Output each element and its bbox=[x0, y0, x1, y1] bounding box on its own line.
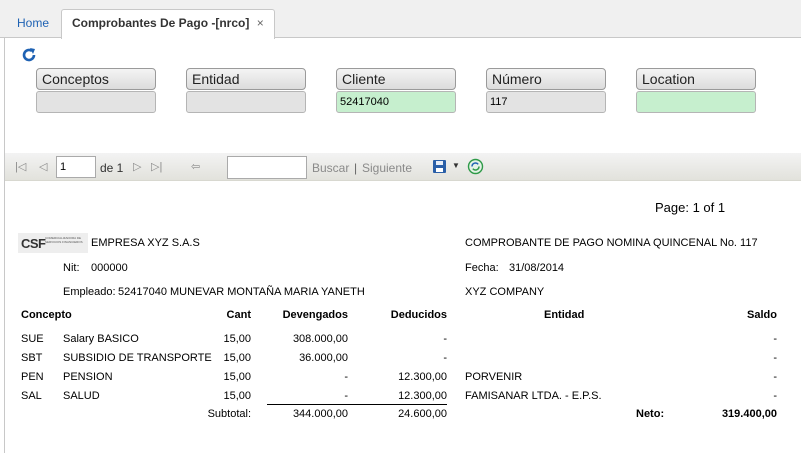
company-name: EMPRESA XYZ S.A.S bbox=[91, 237, 200, 249]
filter-cliente: Cliente 52417040 bbox=[336, 68, 456, 113]
row-desc: SALUD bbox=[63, 390, 100, 402]
subtotal-deducidos: 24.600,00 bbox=[398, 408, 447, 420]
header-concepto: Concepto bbox=[21, 309, 72, 321]
search-input[interactable] bbox=[227, 156, 307, 179]
row-saldo: - bbox=[773, 352, 777, 364]
row-cant: 15,00 bbox=[223, 352, 251, 364]
row-entidad: PORVENIR bbox=[465, 371, 523, 383]
document-title: COMPROBANTE DE PAGO NOMINA QUINCENAL No.… bbox=[465, 237, 758, 249]
row-devengados: - bbox=[344, 390, 348, 402]
header-deducidos: Deducidos bbox=[390, 309, 447, 321]
filter-entidad-value[interactable] bbox=[186, 91, 306, 113]
subtotal-devengados: 344.000,00 bbox=[292, 408, 348, 420]
page-number-input[interactable]: 1 bbox=[56, 156, 96, 178]
siguiente-link[interactable]: Siguiente bbox=[362, 161, 412, 175]
row-cant: 15,00 bbox=[223, 333, 251, 345]
subtotal-label: Subtotal: bbox=[207, 408, 251, 420]
page-indicator: Page: 1 of 1 bbox=[655, 200, 726, 215]
report-toolbar: |◁ ◁ 1 de 1 ▷ ▷| ⇦ Buscar | Siguiente ▼ bbox=[5, 153, 801, 181]
row-devengados: - bbox=[344, 371, 348, 383]
toolbar-separator: | bbox=[354, 161, 358, 175]
filter-location: Location bbox=[636, 68, 756, 113]
fecha-label: Fecha: bbox=[465, 262, 499, 274]
tab-home-label: Home bbox=[17, 16, 50, 30]
row-deducidos: - bbox=[443, 333, 447, 345]
buscar-link[interactable]: Buscar bbox=[312, 161, 349, 175]
filter-numero-label[interactable]: Número bbox=[486, 68, 606, 90]
header-saldo: Saldo bbox=[747, 309, 777, 321]
filter-numero: Número 117 bbox=[486, 68, 606, 113]
row-saldo: - bbox=[773, 371, 777, 383]
fecha-value: 31/08/2014 bbox=[509, 262, 565, 274]
filter-numero-value[interactable]: 117 bbox=[486, 91, 606, 113]
first-page-icon[interactable]: |◁ bbox=[15, 160, 26, 174]
row-saldo: - bbox=[773, 390, 777, 402]
logo-csf-text: CSF bbox=[21, 236, 46, 251]
close-icon[interactable]: × bbox=[257, 16, 264, 30]
logo-subtitle: COMERCIALIZADORA DE SERVICIOS FINANCIERO… bbox=[45, 236, 83, 244]
page-count-label: de 1 bbox=[100, 161, 124, 175]
nit-label: Nit: bbox=[63, 262, 80, 274]
company-logo: CSF COMERCIALIZADORA DE SERVICIOS FINANC… bbox=[18, 233, 88, 253]
filter-location-value[interactable] bbox=[636, 91, 756, 113]
export-dropdown-icon[interactable]: ▼ bbox=[452, 159, 460, 173]
neto-label: Neto: bbox=[636, 408, 665, 420]
row-desc: Salary BASICO bbox=[63, 333, 139, 345]
row-saldo: - bbox=[773, 333, 777, 345]
save-icon[interactable] bbox=[432, 159, 448, 175]
company-secondary: XYZ COMPANY bbox=[465, 286, 545, 298]
main-content: Conceptos Entidad Cliente 52417040 Númer… bbox=[4, 38, 801, 453]
neto-value: 319.400,00 bbox=[721, 408, 777, 420]
row-cant: 15,00 bbox=[223, 371, 251, 383]
tab-comprobantes[interactable]: Comprobantes De Pago -[nrco] × bbox=[61, 9, 275, 39]
row-devengados: 36.000,00 bbox=[299, 352, 348, 364]
filter-conceptos-label[interactable]: Conceptos bbox=[36, 68, 156, 90]
employee-value: 52417040 MUNEVAR MONTAÑA MARIA YANETH bbox=[118, 286, 365, 298]
filter-location-label[interactable]: Location bbox=[636, 68, 756, 90]
employee-label: Empleado: bbox=[63, 286, 116, 298]
filter-conceptos: Conceptos bbox=[36, 68, 156, 113]
row-desc: SUBSIDIO DE TRANSPORTE bbox=[63, 352, 212, 364]
tab-home[interactable]: Home bbox=[6, 9, 60, 38]
row-desc: PENSION bbox=[63, 371, 113, 383]
refresh-icon[interactable] bbox=[20, 46, 38, 64]
report-body: Page: 1 of 1 CSF COMERCIALIZADORA DE SER… bbox=[5, 183, 801, 453]
row-deducidos: 12.300,00 bbox=[398, 390, 447, 402]
header-entidad: Entidad bbox=[544, 309, 585, 321]
row-code: PEN bbox=[21, 371, 44, 383]
filter-entidad: Entidad bbox=[186, 68, 306, 113]
print-refresh-icon[interactable] bbox=[467, 158, 484, 175]
row-deducidos: 12.300,00 bbox=[398, 371, 447, 383]
filter-cliente-value[interactable]: 52417040 bbox=[336, 91, 456, 113]
back-icon[interactable]: ⇦ bbox=[191, 160, 200, 174]
filter-entidad-label[interactable]: Entidad bbox=[186, 68, 306, 90]
row-code: SAL bbox=[21, 390, 42, 402]
row-devengados: 308.000,00 bbox=[292, 333, 348, 345]
subtotal-rule bbox=[267, 404, 447, 405]
header-cant: Cant bbox=[226, 309, 251, 321]
next-page-icon[interactable]: ▷ bbox=[133, 160, 141, 174]
row-code: SUE bbox=[21, 333, 44, 345]
filter-conceptos-value[interactable] bbox=[36, 91, 156, 113]
row-entidad: FAMISANAR LTDA. - E.P.S. bbox=[465, 390, 602, 402]
header-devengados: Devengados bbox=[282, 309, 348, 321]
last-page-icon[interactable]: ▷| bbox=[151, 160, 162, 174]
row-code: SBT bbox=[21, 352, 43, 364]
tab-bar: Home Comprobantes De Pago -[nrco] × bbox=[0, 0, 801, 39]
nit-value: 000000 bbox=[91, 262, 128, 274]
filter-cliente-label[interactable]: Cliente bbox=[336, 68, 456, 90]
tab-comprobantes-label: Comprobantes De Pago -[nrco] bbox=[72, 16, 250, 30]
previous-page-icon[interactable]: ◁ bbox=[39, 160, 47, 174]
row-deducidos: - bbox=[443, 352, 447, 364]
row-cant: 15,00 bbox=[223, 390, 251, 402]
